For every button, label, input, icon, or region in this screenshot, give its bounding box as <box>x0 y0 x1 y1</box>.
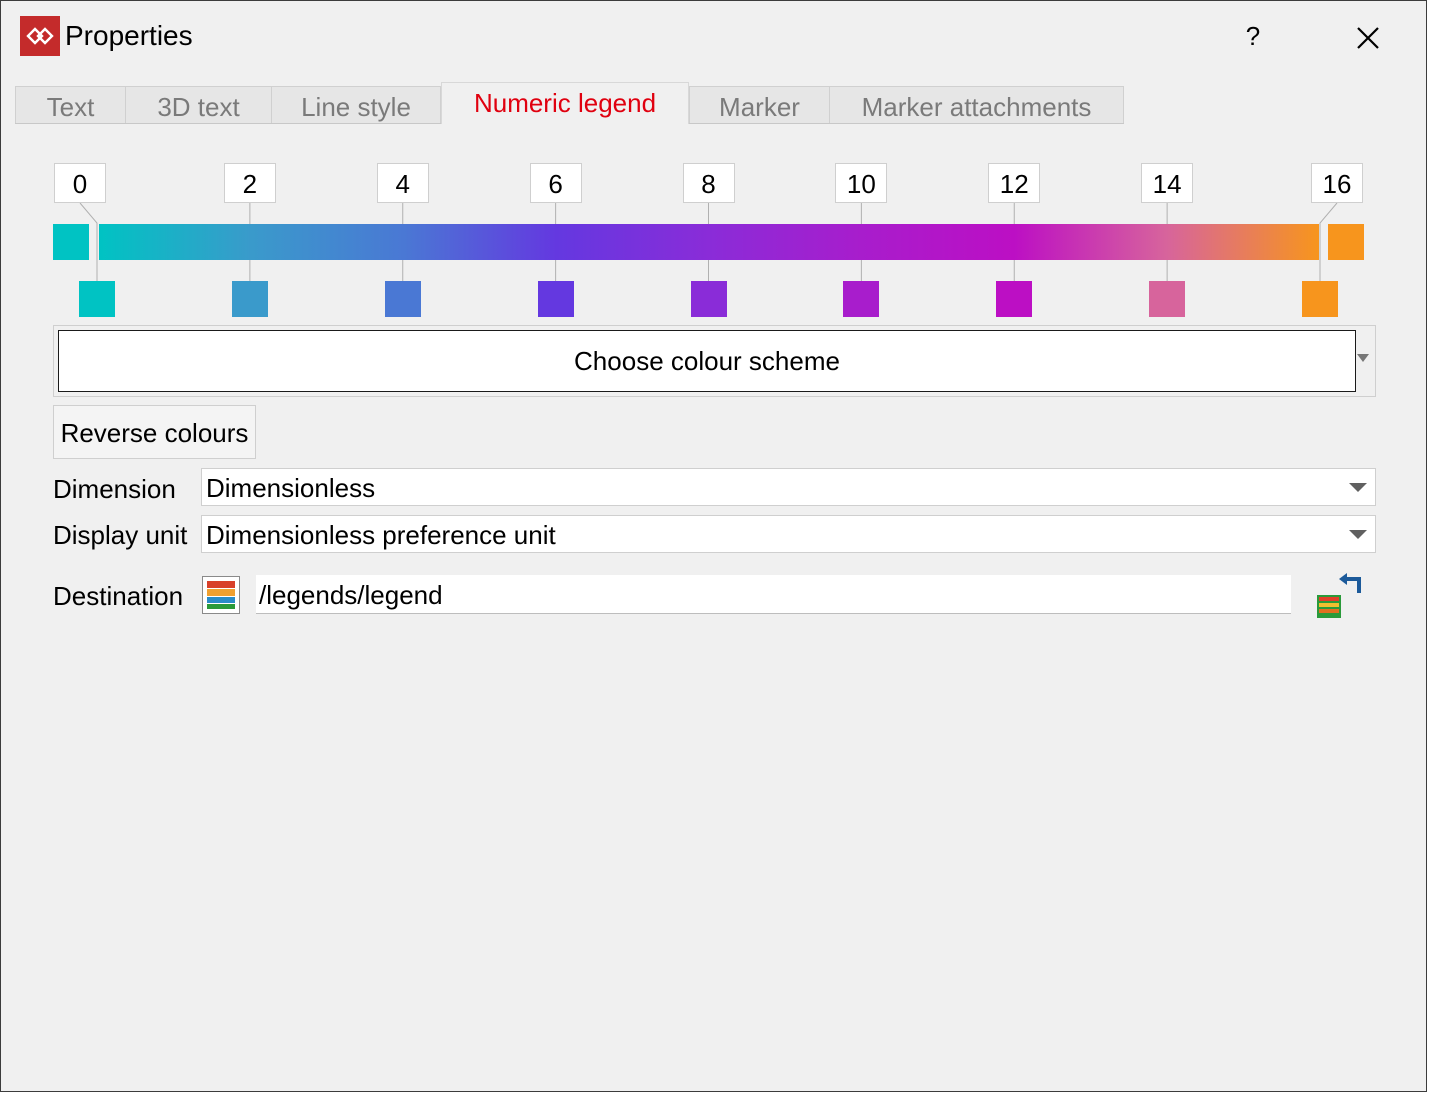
tab-text[interactable]: Text <box>15 86 126 124</box>
legend-start-color[interactable] <box>53 224 89 260</box>
legend-color-swatch[interactable] <box>537 281 574 317</box>
close-button[interactable] <box>1351 21 1385 55</box>
choose-colour-scheme-button[interactable]: Choose colour scheme <box>58 330 1356 392</box>
legend-icon <box>202 576 240 614</box>
legend-tick-label[interactable]: 8 <box>682 163 735 203</box>
colour-scheme-selector[interactable]: Choose colour scheme <box>53 325 1376 397</box>
tab-3d-text[interactable]: 3D text <box>125 86 272 124</box>
tab-marker-attachments[interactable]: Marker attachments <box>829 86 1124 124</box>
display-unit-value: Dimensionless preference unit <box>206 520 556 550</box>
display-unit-select[interactable]: Dimensionless preference unit <box>201 515 1376 553</box>
legend-color-swatch[interactable] <box>690 281 727 317</box>
chevron-down-icon[interactable] <box>1349 530 1367 539</box>
dimension-select[interactable]: Dimensionless <box>201 468 1376 506</box>
reverse-colours-button[interactable]: Reverse colours <box>53 405 256 459</box>
legend-color-swatch[interactable] <box>231 281 268 317</box>
title-bar: Properties ? <box>1 1 1426 77</box>
legend-gradient-bar[interactable] <box>99 224 1319 260</box>
legend-tick-label[interactable]: 0 <box>54 163 106 203</box>
window-title: Properties <box>65 20 193 51</box>
chevron-down-icon[interactable] <box>1349 483 1367 492</box>
destination-label: Destination <box>53 581 184 611</box>
legend-color-swatch[interactable] <box>843 281 880 317</box>
dropdown-arrow-icon[interactable] <box>1357 354 1369 362</box>
legend-tick-label[interactable]: 4 <box>376 163 429 203</box>
close-icon <box>1357 27 1379 49</box>
legend-tick-label[interactable]: 2 <box>223 163 276 203</box>
dimension-label: Dimension <box>53 474 176 504</box>
help-button[interactable]: ? <box>1241 21 1265 52</box>
tab-bar: Text 3D text Line style Numeric legend M… <box>15 82 1415 124</box>
legend-tick-label[interactable]: 10 <box>835 163 888 203</box>
legend-color-swatch[interactable] <box>79 281 115 317</box>
destination-field[interactable]: /legends/legend <box>256 575 1291 614</box>
legend-tick-label[interactable]: 6 <box>529 163 582 203</box>
legend-tick-label[interactable]: 16 <box>1311 163 1363 203</box>
legend-tick-label[interactable]: 12 <box>988 163 1041 203</box>
select-legend-icon <box>1317 573 1361 618</box>
display-unit-label: Display unit <box>53 520 188 550</box>
legend-tick-label[interactable]: 14 <box>1141 163 1194 203</box>
dimension-value: Dimensionless <box>206 473 376 503</box>
legend-color-swatch[interactable] <box>384 281 421 317</box>
select-destination-button[interactable] <box>1315 573 1363 621</box>
app-logo-icon <box>20 16 60 56</box>
properties-dialog: Properties ? Text 3D text Line style Num… <box>0 0 1427 1092</box>
legend-color-swatch[interactable] <box>1302 281 1338 317</box>
tab-numeric-legend[interactable]: Numeric legend <box>441 82 689 124</box>
tab-marker[interactable]: Marker <box>689 86 830 124</box>
legend-end-color[interactable] <box>1328 224 1364 260</box>
legend-color-swatch[interactable] <box>996 281 1033 317</box>
legend-color-swatch[interactable] <box>1149 281 1186 317</box>
tab-line-style[interactable]: Line style <box>271 86 441 124</box>
